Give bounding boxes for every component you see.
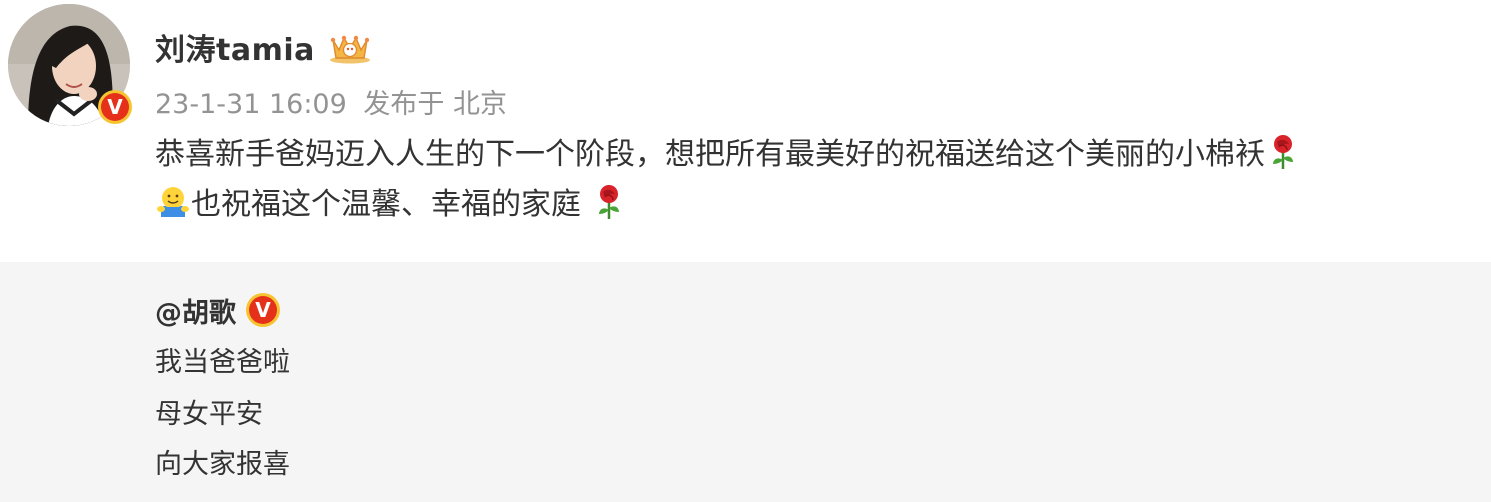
username[interactable]: 刘涛tamia (155, 25, 315, 69)
weibo-post: V 刘涛tamia 23-1-31 16:09 发布于 北京 恭喜新手爸妈迈入人… (0, 0, 1491, 262)
post-text-line-2: 也祝福这个温馨、幸福的家庭 (155, 180, 1475, 230)
verified-badge-icon: V (98, 90, 132, 124)
rose-emoji-icon (1273, 135, 1293, 169)
verified-v-icon: V (101, 93, 129, 121)
username-row: 刘涛tamia (155, 24, 373, 70)
post-meta: 23-1-31 16:09 发布于 北京 (155, 82, 507, 121)
post-text-part-1: 恭喜新手爸妈迈入人生的下一个阶段，想把所有最美好的祝福送给这个美丽的小棉袄 (155, 137, 1265, 172)
hug-emoji-icon (157, 187, 189, 217)
repost-line-2: 母女平安 (155, 399, 263, 430)
post-source: 发布于 北京 (363, 89, 507, 120)
repost-verified-v-icon: V (249, 296, 277, 324)
repost-author[interactable]: @胡歌 (155, 291, 236, 330)
repost-line-3: 向大家报喜 (155, 449, 290, 480)
post-text-line-1: 恭喜新手爸妈迈入人生的下一个阶段，想把所有最美好的祝福送给这个美丽的小棉袄 (155, 130, 1475, 180)
repost-line-1: 我当爸爸啦 (155, 347, 290, 378)
post-text-part-2: 也祝福这个温馨、幸福的家庭 (191, 187, 581, 222)
post-body: 恭喜新手爸妈迈入人生的下一个阶段，想把所有最美好的祝福送给这个美丽的小棉袄 也祝… (155, 130, 1475, 230)
rose-emoji-icon-2 (598, 185, 619, 219)
crown-badge-icon[interactable] (327, 30, 373, 64)
repost-verified-badge-icon: V (246, 293, 280, 327)
author-avatar-wrap[interactable]: V (8, 4, 132, 126)
repost-author-row: @胡歌 V (155, 290, 280, 330)
post-timestamp[interactable]: 23-1-31 16:09 (155, 89, 347, 120)
